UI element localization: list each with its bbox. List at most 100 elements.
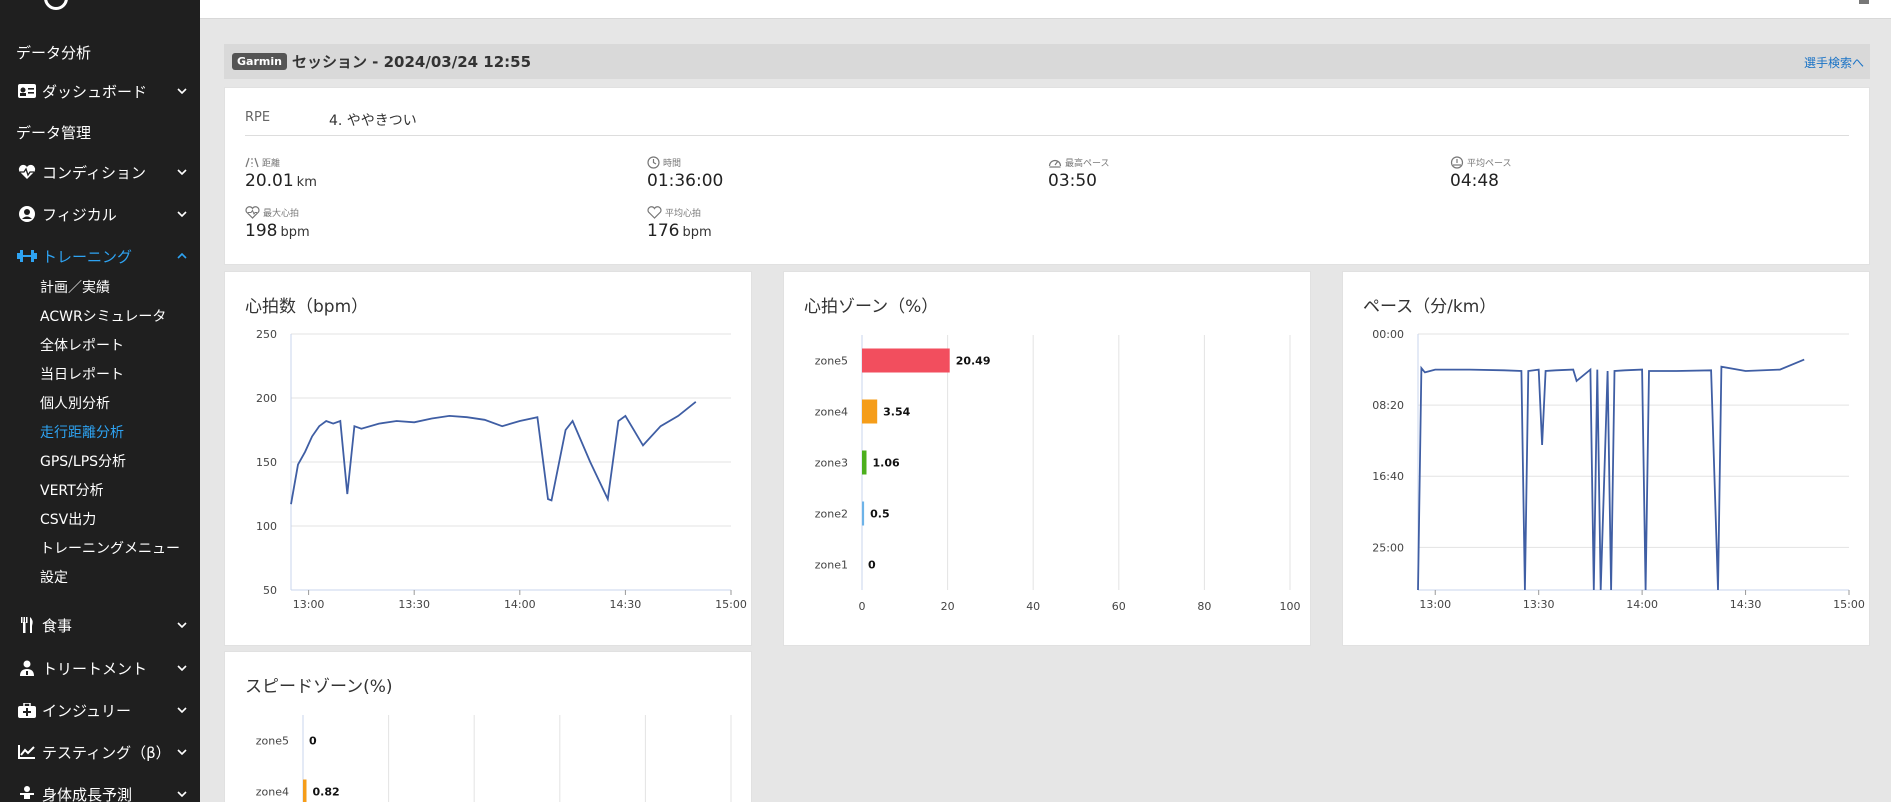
logo[interactable] [0,0,200,20]
sidebar-subitem[interactable]: 走行距離分析 [40,422,124,442]
stat-avg-hr-value: 176 [647,221,680,241]
y-tick-label: 08:20 [1372,399,1404,412]
category-label: zone4 [815,406,848,419]
stat-time: 時間 01:36:00 [647,155,723,191]
session-header: Garmin セッション - 2024/03/24 12:55 選手検索へ [224,44,1870,79]
sidebar-subitem[interactable]: 計画／実績 [40,277,110,297]
x-tick-label: 15:00 [715,598,747,611]
x-tick-label: 0 [859,600,866,613]
chevron-down-icon [176,85,188,97]
nav-injury[interactable]: インジュリー [16,697,188,723]
y-tick-label: 25:00 [1372,541,1404,554]
nav-condition[interactable]: コンディション [16,159,188,185]
rpe-label: RPE [245,110,271,125]
y-tick-label: 200 [256,392,277,405]
sidebar-subitem[interactable]: トレーニングメニュー [40,538,180,558]
nav-dashboard-label: ダッシュボード [42,82,148,101]
nav-data-analysis: データ分析 [16,44,92,62]
nav-physical-label: フィジカル [42,205,117,224]
stat-max-hr-value: 198 [245,221,278,241]
pace-chart: 00:00 08:20 16:40 25:00 13:00 13:30 14:00 14:30… [1372,328,1865,611]
nav-testing-label: テスティング（β） [42,743,171,762]
stat-max-pace-label: 最高ペース [1065,158,1110,169]
utensils-icon [16,616,38,634]
y-tick-label: 50 [263,584,277,597]
x-tick-label: 14:30 [1730,598,1762,611]
chevron-down-icon [176,788,188,800]
first-aid-icon [16,701,38,719]
x-tick-label: 14:00 [1626,598,1658,611]
nav-training[interactable]: トレーニング [16,243,188,269]
bar [862,450,867,475]
stat-max-pace: 最高ペース 03:50 [1048,155,1110,192]
clock-icon [647,155,660,169]
stat-avg-hr: 平均心拍 176 bpm [647,205,712,241]
stat-time-label: 時間 [663,158,682,169]
logo-mark-icon [44,0,68,10]
bar [862,399,878,424]
sidebar-subitem[interactable]: 個人別分析 [40,393,110,413]
nav-treatment[interactable]: トリートメント [16,655,188,681]
bar-value-label: 0 [868,559,876,572]
speedometer-icon [1048,159,1062,168]
nav-testing[interactable]: テスティング（β） [16,739,188,765]
nav-dashboard[interactable]: ダッシュボード [16,78,188,104]
sidebar-subitem[interactable]: VERT分析 [40,480,104,500]
session-summary-panel: RPE 4. ややきつい 距離 20.01 km 時間 01:36:00 最高ペー… [224,87,1870,265]
id-card-icon [16,82,38,100]
chevron-down-icon [176,746,188,758]
sidebar-subitem[interactable]: GPS/LPS分析 [40,451,126,471]
dumbbell-icon [16,247,38,265]
sidebar-subitem[interactable]: 当日レポート [40,364,124,384]
average-pace-icon [1450,155,1464,169]
chevron-down-icon [176,662,188,674]
stat-avg-hr-label: 平均心拍 [665,208,702,219]
x-tick-label: 40 [1026,600,1040,613]
user-circle-icon [16,205,38,223]
x-tick-label: 15:00 [1833,598,1865,611]
stat-distance-label: 距離 [262,158,281,169]
x-tick-label: 80 [1197,600,1211,613]
heart-pulse-icon [16,163,38,181]
stat-max-hr: 最大心拍 198 bpm [245,205,310,241]
x-tick-label: 100 [1280,600,1301,613]
category-label: zone5 [256,735,289,748]
stat-avg-pace-label: 平均ペース [1467,158,1512,169]
bar [303,779,307,802]
nav-growth[interactable]: 身体成長予測 [16,781,188,802]
chevron-up-icon [176,250,188,262]
nav-treatment-label: トリートメント [42,659,148,678]
nav-physical[interactable]: フィジカル [16,201,188,227]
speed-zone-card: スピードゾーン(%) zone5 0 zone4 0.82 [224,651,752,802]
chevron-down-icon [176,619,188,631]
stat-avg-hr-unit: bpm [682,225,712,240]
stat-distance-value: 20.01 [245,171,294,191]
heart-rate-series-line [290,401,697,505]
pace-series-line [1417,358,1805,591]
stat-avg-pace: 平均ペース 04:48 [1450,155,1512,191]
bar-value-label: 0 [309,735,317,748]
chevron-down-icon [176,166,188,178]
distance-icon [245,157,259,167]
y-tick-label: 00:00 [1372,328,1404,341]
x-tick-label: 13:00 [293,598,325,611]
y-tick-label: 16:40 [1372,470,1404,483]
x-tick-label: 14:30 [610,598,642,611]
rpe-row: RPE 4. ややきつい [245,110,1849,136]
category-label: zone2 [815,508,848,521]
sidebar-subitem[interactable]: CSV出力 [40,509,96,529]
sidebar-subitem[interactable]: 設定 [40,567,68,587]
child-icon [16,785,38,802]
nav-data-management: データ管理 [16,124,92,142]
rpe-value: 4. ややきつい [329,113,417,129]
user-menu-icon[interactable] [1859,0,1869,4]
speed-zone-chart: zone5 0 zone4 0.82 [256,715,732,802]
pace-card: ペース（分/km） 00:00 08:20 16:40 25:00 13:00 13:30… [1342,271,1870,646]
sidebar-subitem[interactable]: 全体レポート [40,335,124,355]
category-label: zone1 [815,559,848,572]
nav-meal[interactable]: 食事 [16,612,188,638]
bar [862,501,865,526]
sidebar-subitem[interactable]: ACWRシミュレータ [40,306,166,326]
athlete-search-link[interactable]: 選手検索へ [1804,54,1864,71]
nav-growth-label: 身体成長予測 [42,785,133,802]
